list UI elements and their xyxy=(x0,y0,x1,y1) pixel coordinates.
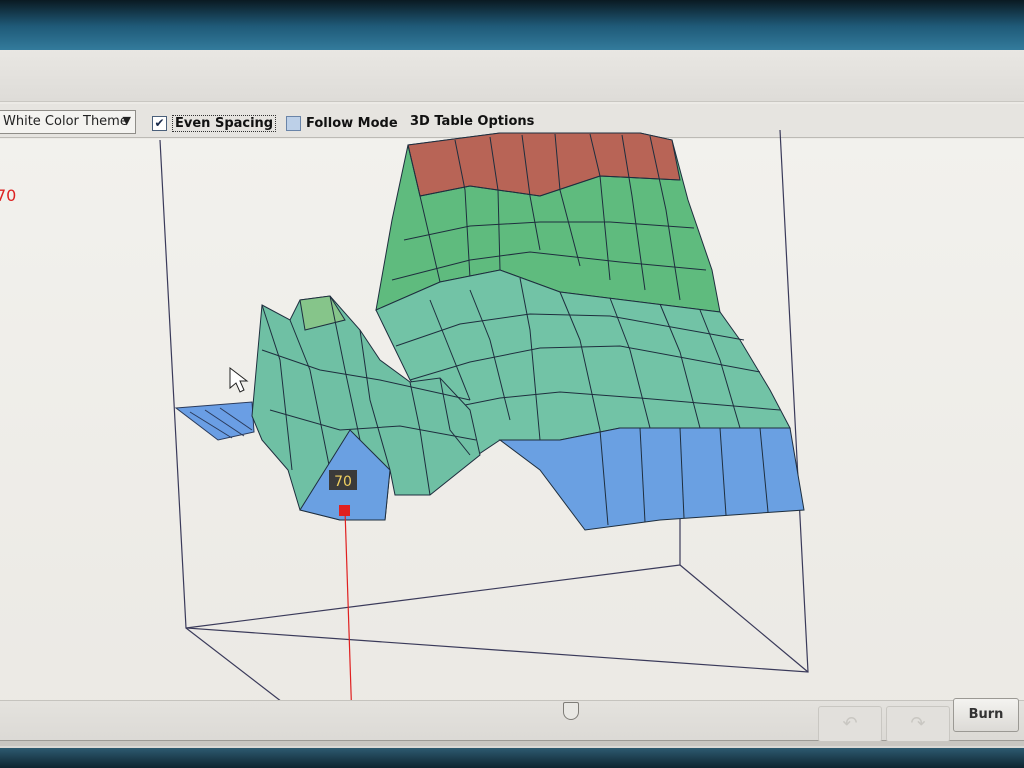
slider-thumb[interactable] xyxy=(563,702,579,720)
mouse-pointer-icon xyxy=(229,366,249,393)
burn-button[interactable]: Burn xyxy=(953,698,1019,732)
undo-button[interactable]: ↶ xyxy=(818,706,882,742)
cursor-marker[interactable] xyxy=(339,505,350,516)
3d-table-plot[interactable]: 70 xyxy=(0,0,1024,768)
redo-icon: ↷ xyxy=(910,713,926,734)
undo-icon: ↶ xyxy=(842,713,858,734)
surface-front-wall xyxy=(498,427,805,531)
cursor-line xyxy=(344,509,353,723)
bottom-shade xyxy=(0,748,1024,768)
surface-ledge xyxy=(174,401,255,441)
cursor-value-label: 70 xyxy=(334,474,352,490)
redo-button[interactable]: ↷ xyxy=(886,706,950,742)
surface-rear-peak xyxy=(375,132,721,313)
